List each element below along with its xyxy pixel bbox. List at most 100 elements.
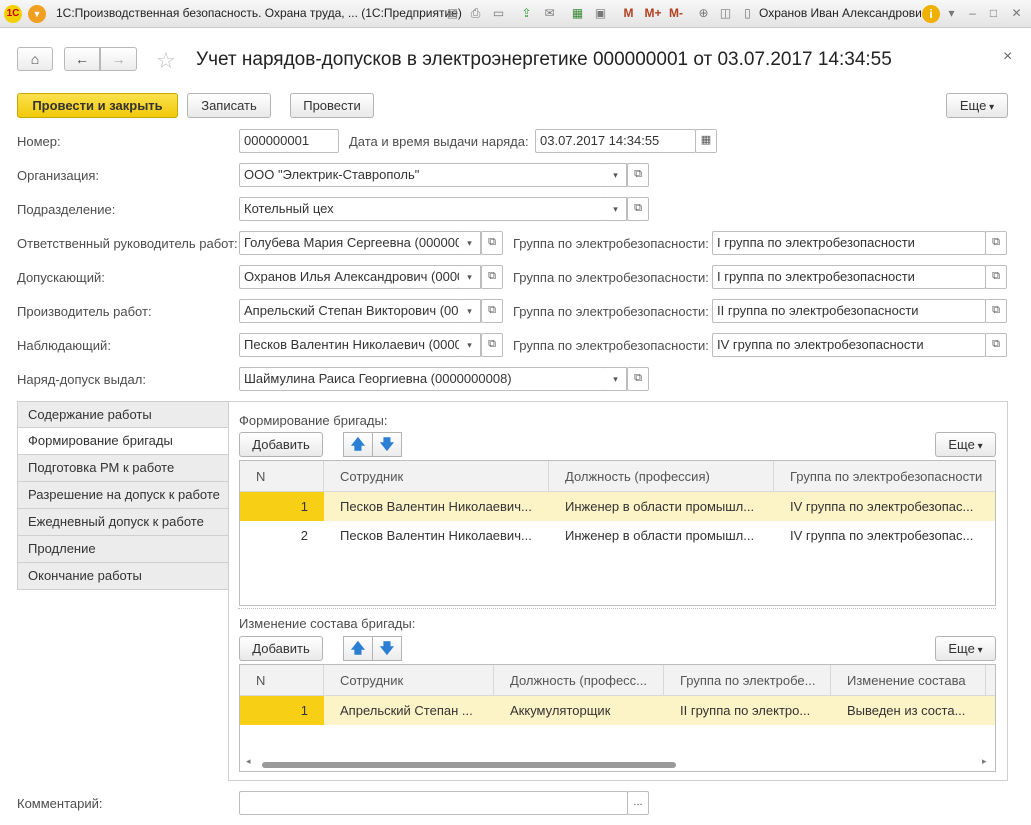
tab-work-content[interactable]: Содержание работы: [17, 401, 229, 428]
admitting-dropdown-icon[interactable]: ▾: [459, 265, 481, 289]
issued-by-field[interactable]: Шаймулина Раиса Георгиевна (0000000008): [239, 367, 606, 391]
organization-open-icon[interactable]: ⧉: [627, 163, 649, 187]
changes-move-down-icon[interactable]: 🡇: [372, 636, 402, 661]
post-and-close-button[interactable]: Провести и закрыть: [17, 93, 178, 118]
column-header-group[interactable]: Группа по электробе...: [664, 665, 831, 696]
panels-icon[interactable]: ◫: [717, 5, 734, 22]
row-change: Выведен из соста...: [847, 703, 966, 718]
scroll-left-icon[interactable]: ◂: [246, 756, 251, 767]
preview-icon[interactable]: ▭: [490, 5, 507, 22]
row-position: Аккумуляторщик: [510, 703, 611, 718]
column-header-employee[interactable]: Сотрудник: [324, 665, 494, 696]
department-dropdown-icon[interactable]: ▾: [605, 197, 627, 221]
horizontal-scrollbar[interactable]: ◂ ▸: [244, 756, 992, 770]
tab-daily-admission[interactable]: Ежедневный допуск к работе: [17, 509, 229, 536]
tab-work-completion[interactable]: Окончание работы: [17, 563, 229, 590]
calendar-icon[interactable]: ▣: [592, 5, 609, 22]
department-field[interactable]: Котельный цех: [239, 197, 606, 221]
section-divider: [238, 608, 996, 609]
admitting-open-icon[interactable]: ⧉: [481, 265, 503, 289]
tab-admission-permit[interactable]: Разрешение на допуск к работе: [17, 482, 229, 509]
tab-brigade[interactable]: Формирование бригады: [17, 428, 229, 455]
brigade-move-down-icon[interactable]: 🡇: [372, 432, 402, 457]
number-field[interactable]: 000000001: [239, 129, 339, 153]
department-open-icon[interactable]: ⧉: [627, 197, 649, 221]
admitting-field[interactable]: Охранов Илья Александрович (0000000: [239, 265, 460, 289]
table-row[interactable]: 2 Песков Валентин Николаевич... Инженер …: [240, 521, 995, 550]
responsible-open-icon[interactable]: ⧉: [481, 231, 503, 255]
back-button[interactable]: ←: [64, 47, 100, 71]
close-window-icon[interactable]: ✕: [1008, 5, 1025, 22]
minimize-icon[interactable]: –: [964, 5, 981, 22]
brigade-add-button[interactable]: Добавить: [239, 432, 323, 457]
brigade-move-up-icon[interactable]: 🡅: [343, 432, 373, 457]
row-employee: Песков Валентин Николаевич...: [340, 499, 532, 514]
attach-icon[interactable]: ⇪: [518, 5, 535, 22]
changes-add-button[interactable]: Добавить: [239, 636, 323, 661]
favorite-star-icon[interactable]: ☆: [156, 48, 176, 74]
producer-group-open-icon[interactable]: ⧉: [985, 299, 1007, 323]
column-header-change[interactable]: Изменение состава: [831, 665, 986, 696]
tab-workplace-prep[interactable]: Подготовка РМ к работе: [17, 455, 229, 482]
producer-group-field[interactable]: II группа по электробезопасности: [712, 299, 986, 323]
observer-field[interactable]: Песков Валентин Николаевич (0000000: [239, 333, 460, 357]
calendar-picker-icon[interactable]: ▦: [695, 129, 717, 153]
observer-group-field[interactable]: IV группа по электробезопасности: [712, 333, 986, 357]
producer-open-icon[interactable]: ⧉: [481, 299, 503, 323]
changes-move-up-icon[interactable]: 🡅: [343, 636, 373, 661]
row-employee: Апрельский Степан ...: [340, 703, 473, 718]
column-header-position[interactable]: Должность (профессия): [549, 461, 774, 492]
memory-minus-button[interactable]: M-: [666, 5, 686, 22]
memory-m-button[interactable]: M: [620, 5, 637, 22]
table-row[interactable]: 1 Песков Валентин Николаевич... Инженер …: [240, 492, 995, 521]
column-header-position[interactable]: Должность (професс...: [494, 665, 664, 696]
info-icon[interactable]: i: [922, 5, 940, 23]
producer-field[interactable]: Апрельский Степан Викторович (0000: [239, 299, 460, 323]
responsible-dropdown-icon[interactable]: ▾: [459, 231, 481, 255]
column-header-group[interactable]: Группа по электробезопасности: [774, 461, 995, 492]
post-button[interactable]: Провести: [290, 93, 374, 118]
table-row[interactable]: 1 Апрельский Степан ... Аккумуляторщик I…: [240, 696, 995, 725]
column-header-employee[interactable]: Сотрудник: [324, 461, 549, 492]
main-menu-icon[interactable]: ▼: [28, 5, 46, 23]
changes-section-title: Изменение состава бригады:: [239, 616, 416, 631]
scrollbar-thumb[interactable]: [262, 762, 676, 768]
save-icon[interactable]: ▤: [444, 5, 461, 22]
observer-dropdown-icon[interactable]: ▾: [459, 333, 481, 357]
admitting-group-open-icon[interactable]: ⧉: [985, 265, 1007, 289]
observer-open-icon[interactable]: ⧉: [481, 333, 503, 357]
comment-ellipsis-button[interactable]: ...: [627, 791, 649, 815]
window-menu-icon[interactable]: ▾: [943, 5, 960, 22]
home-button[interactable]: ⌂: [17, 47, 53, 71]
column-header-n[interactable]: N: [240, 665, 324, 696]
more-button[interactable]: Еще: [946, 93, 1008, 118]
admitting-group-label: Группа по электробезопасности:: [513, 270, 709, 285]
observer-group-open-icon[interactable]: ⧉: [985, 333, 1007, 357]
comment-field[interactable]: [239, 791, 628, 815]
issued-by-open-icon[interactable]: ⧉: [627, 367, 649, 391]
close-form-icon[interactable]: ×: [1003, 48, 1012, 66]
issued-by-dropdown-icon[interactable]: ▾: [605, 367, 627, 391]
zoom-icon[interactable]: ⊕: [695, 5, 712, 22]
mail-icon[interactable]: ✉: [541, 5, 558, 22]
memory-plus-button[interactable]: M+: [642, 5, 664, 22]
forward-button[interactable]: →: [100, 47, 137, 71]
date-field[interactable]: 03.07.2017 14:34:55: [535, 129, 696, 153]
brigade-more-button[interactable]: Еще: [935, 432, 996, 457]
scroll-right-icon[interactable]: ▸: [982, 756, 987, 767]
print-icon[interactable]: ⎙: [467, 5, 484, 22]
save-button[interactable]: Записать: [187, 93, 271, 118]
maximize-icon[interactable]: □: [985, 5, 1002, 22]
admitting-group-field[interactable]: I группа по электробезопасности: [712, 265, 986, 289]
responsible-group-field[interactable]: I группа по электробезопасности: [712, 231, 986, 255]
responsible-group-open-icon[interactable]: ⧉: [985, 231, 1007, 255]
app-logo-icon: 1С: [4, 5, 22, 23]
changes-more-button[interactable]: Еще: [935, 636, 996, 661]
calculator-icon[interactable]: ▦: [569, 5, 586, 22]
producer-dropdown-icon[interactable]: ▾: [459, 299, 481, 323]
column-header-n[interactable]: N: [240, 461, 324, 492]
tab-extension[interactable]: Продление: [17, 536, 229, 563]
organization-field[interactable]: ООО "Электрик-Ставрополь": [239, 163, 606, 187]
responsible-field[interactable]: Голубева Мария Сергеевна (0000000: [239, 231, 460, 255]
organization-dropdown-icon[interactable]: ▾: [605, 163, 627, 187]
